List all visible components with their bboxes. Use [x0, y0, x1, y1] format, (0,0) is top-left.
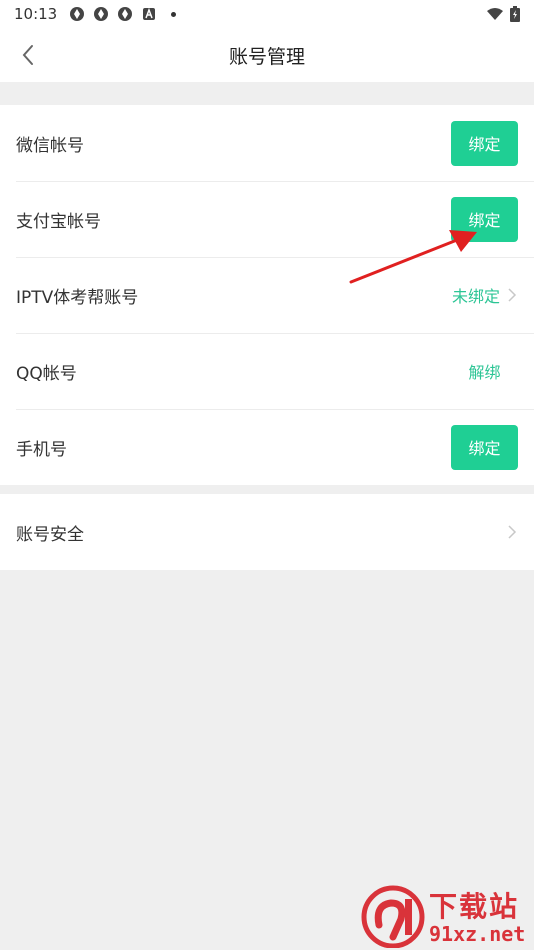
row-label: 手机号 — [16, 439, 67, 460]
header: 账号管理 — [0, 28, 534, 82]
chevron-right-icon — [508, 288, 517, 302]
annotation-arrow — [349, 230, 477, 284]
row-label: 账号安全 — [16, 524, 84, 545]
account-security-row[interactable]: 账号安全 — [0, 494, 534, 570]
unbind-qq-button[interactable]: 解绑 — [451, 359, 518, 383]
a-icon — [143, 7, 156, 20]
page-title: 账号管理 — [228, 45, 305, 68]
back-button[interactable] — [10, 37, 46, 73]
dot-icon — [171, 11, 177, 17]
watermark-logo-icon — [361, 885, 425, 948]
account-row-wechat[interactable]: 微信帐号 绑定 — [0, 105, 534, 181]
row-label: 微信帐号 — [16, 135, 84, 156]
status-system-icons — [486, 6, 520, 22]
watermark-domain: 91xz.net — [429, 922, 526, 946]
wifi-icon — [487, 8, 503, 20]
bind-phone-button[interactable]: 绑定 — [451, 424, 518, 470]
row-label: QQ帐号 — [16, 363, 77, 384]
row-label: 支付宝帐号 — [16, 211, 101, 232]
watermark-title: 下载站 — [429, 890, 520, 923]
battery-icon — [510, 6, 520, 22]
chevron-left-icon — [22, 45, 33, 65]
notification-icon — [70, 7, 85, 21]
row-label: IPTV体考帮账号 — [16, 287, 139, 308]
status-bar: 10:13 — [0, 0, 534, 28]
bind-wechat-button[interactable]: 绑定 — [451, 120, 518, 166]
accounts-list: 微信帐号 绑定 支付宝帐号 绑定 IPTV体考帮账号 未绑定 QQ帐号 解绑 手… — [0, 105, 534, 485]
status-notification-icons — [69, 6, 177, 22]
notification-icon — [118, 7, 133, 21]
security-section: 账号安全 — [0, 494, 534, 570]
watermark: 下载站 91xz.net — [361, 885, 534, 948]
account-row-phone[interactable]: 手机号 绑定 — [0, 409, 534, 485]
status-time: 10:13 — [14, 5, 58, 23]
account-row-qq[interactable]: QQ帐号 解绑 — [0, 333, 534, 409]
notification-icon — [94, 7, 109, 21]
chevron-right-icon — [508, 525, 517, 539]
